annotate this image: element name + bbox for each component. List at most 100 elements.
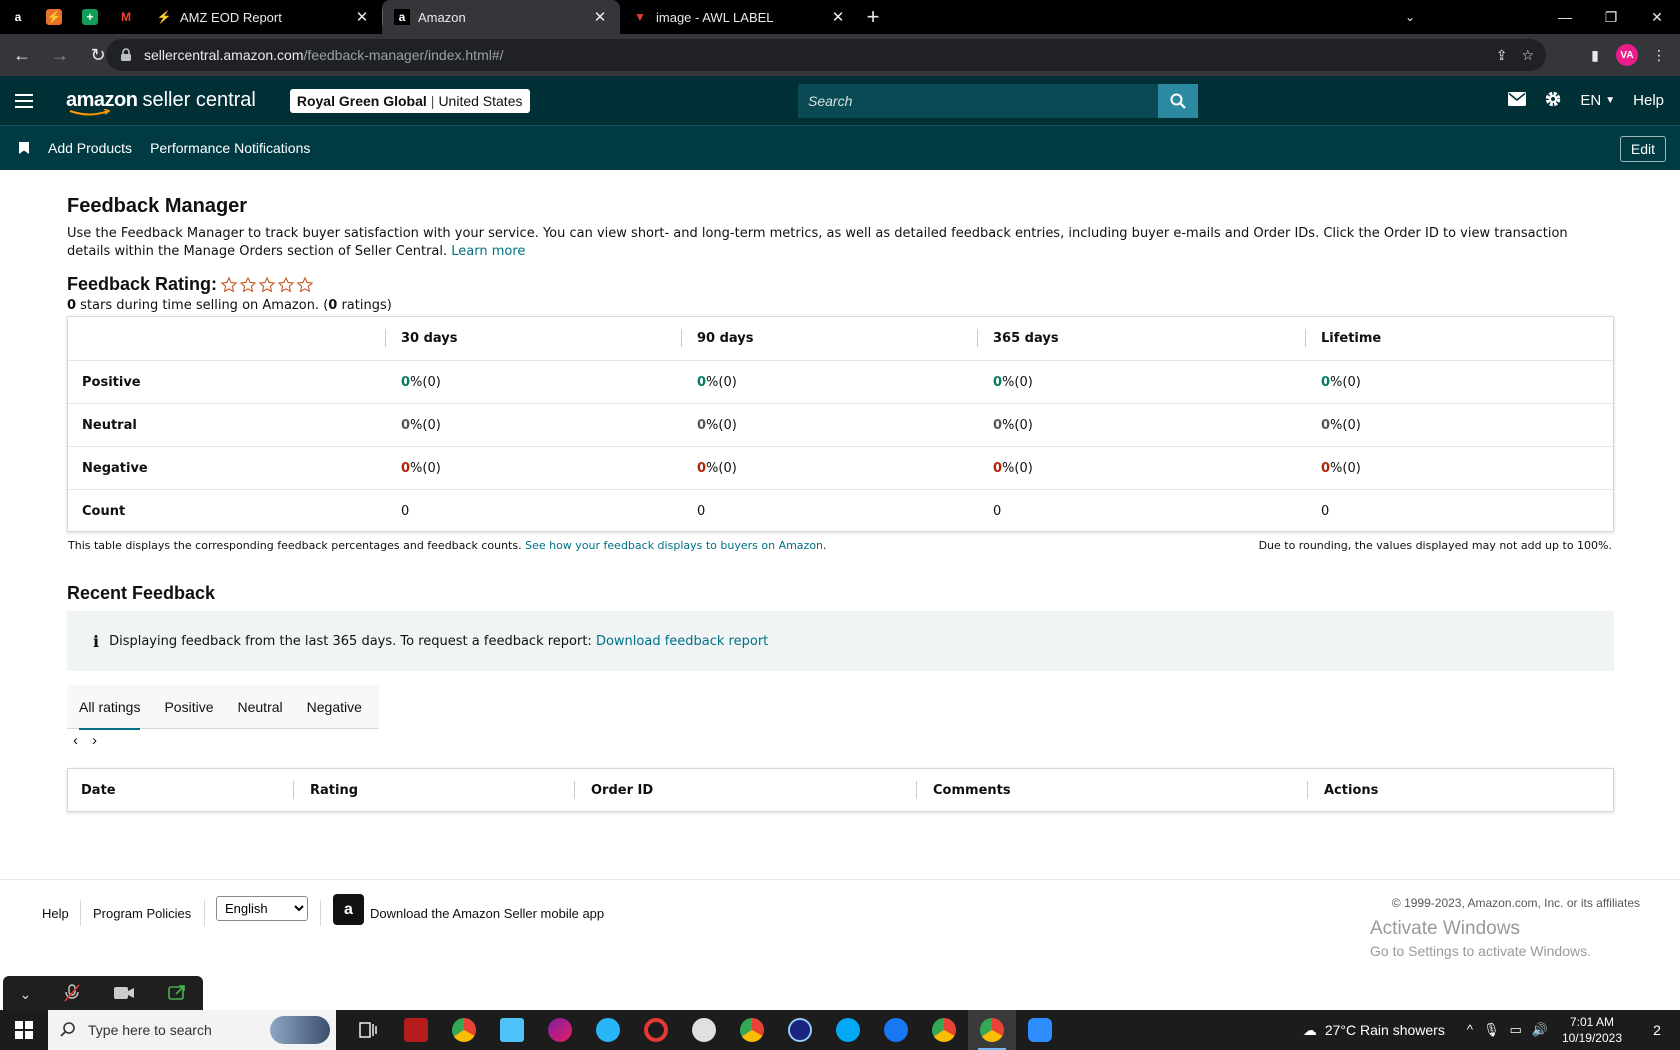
percent-count: %(0) xyxy=(1002,374,1033,390)
amazon-favicon-icon: a xyxy=(394,9,410,25)
new-tab-button[interactable]: + xyxy=(858,0,888,34)
column-header-actions: Actions xyxy=(1324,782,1379,798)
profile-avatar[interactable]: VA xyxy=(1616,44,1638,66)
tab-search-chevron-icon[interactable]: ⌄ xyxy=(1390,0,1430,34)
minimize-icon[interactable]: — xyxy=(1542,0,1588,34)
opera-icon[interactable] xyxy=(632,1010,680,1050)
taskbar-clock[interactable]: 7:01 AM 10/19/2023 xyxy=(1562,1014,1622,1046)
address-bar[interactable]: sellercentral.amazon.com/feedback-manage… xyxy=(106,39,1546,71)
browser-menu-icon[interactable]: ⋮ xyxy=(1648,47,1670,64)
microphone-icon[interactable]: 🎙 xyxy=(1483,1022,1500,1038)
learn-more-link[interactable]: Learn more xyxy=(451,244,525,259)
app-bbrr-icon[interactable] xyxy=(392,1010,440,1050)
skype-icon[interactable] xyxy=(824,1010,872,1050)
download-feedback-report-link[interactable]: Download feedback report xyxy=(596,634,768,649)
chrome-profile-va-icon[interactable] xyxy=(968,1010,1016,1050)
volume-icon[interactable]: 🔊 xyxy=(1532,1022,1548,1038)
amazon-seller-app-icon[interactable]: a xyxy=(333,894,364,925)
chevron-right-icon[interactable]: › xyxy=(92,732,97,749)
tab-amz-eod-report[interactable]: ⚡ AMZ EOD Report ✕ xyxy=(144,0,382,34)
task-view-icon[interactable] xyxy=(344,1010,392,1050)
close-window-icon[interactable]: ✕ xyxy=(1634,0,1680,34)
windows-start-icon[interactable] xyxy=(0,1010,48,1050)
mic-muted-icon[interactable] xyxy=(64,983,80,1005)
pinned-tab-zapier[interactable]: ⚡ xyxy=(36,0,72,34)
notepad-icon[interactable] xyxy=(488,1010,536,1050)
amazon-seller-central-logo[interactable]: amazon seller central xyxy=(66,89,256,116)
network-icon[interactable]: ▭ xyxy=(1509,1022,1521,1038)
search-button[interactable] xyxy=(1158,84,1198,118)
pinned-tab-gmail[interactable]: M xyxy=(108,0,144,34)
column-header-order-id[interactable]: Order ID xyxy=(591,769,653,811)
tab-negative[interactable]: Negative xyxy=(307,685,362,729)
edit-bookmarks-button[interactable]: Edit xyxy=(1619,136,1666,162)
camera-icon[interactable] xyxy=(113,986,135,1003)
percent-value: 0 xyxy=(993,374,1003,390)
percent-count: %(0) xyxy=(706,417,737,433)
paint-icon[interactable] xyxy=(680,1010,728,1050)
footer-language-select[interactable]: English xyxy=(216,896,308,921)
footer-help-link[interactable]: Help xyxy=(42,906,69,921)
close-tab-icon[interactable]: ✕ xyxy=(830,9,846,26)
gear-icon[interactable] xyxy=(1544,90,1562,112)
language-selector[interactable]: EN ▼ xyxy=(1580,92,1615,109)
percent-count: %(0) xyxy=(1330,417,1361,433)
forward-icon[interactable]: → xyxy=(44,39,76,71)
column-header-rating[interactable]: Rating xyxy=(310,769,358,811)
chrome-profile-w-icon[interactable] xyxy=(920,1010,968,1050)
program-policies-link[interactable]: Program Policies xyxy=(93,906,191,921)
tab-image-awl-label[interactable]: ▼ image - AWL LABEL ✕ xyxy=(620,0,858,34)
table-row-neutral: Neutral 0 %(0) 0 %(0) 0 %(0) 0 %(0) xyxy=(68,403,1613,446)
column-header-date[interactable]: Date xyxy=(81,769,116,811)
chevron-left-icon[interactable]: ‹ xyxy=(73,732,78,749)
url-host: sellercentral.amazon.com xyxy=(144,47,304,63)
tray-chevron-up-icon[interactable]: ^ xyxy=(1467,1022,1473,1038)
share-icon[interactable]: ⇪ xyxy=(1496,47,1508,64)
telegram-icon[interactable] xyxy=(584,1010,632,1050)
notifications-icon[interactable]: 2 xyxy=(1642,1022,1672,1038)
feedback-display-link[interactable]: See how your feedback displays to buyers… xyxy=(525,539,823,552)
close-tab-icon[interactable]: ✕ xyxy=(354,9,370,26)
tab-all-ratings[interactable]: All ratings xyxy=(79,685,141,730)
collapse-chevron-icon[interactable]: ⌄ xyxy=(20,986,32,1003)
pinned-tab-amazon[interactable]: a xyxy=(0,0,36,34)
side-panel-icon[interactable]: ▮ xyxy=(1584,47,1606,64)
notification-count: 2 xyxy=(1653,1022,1661,1038)
tab-neutral[interactable]: Neutral xyxy=(238,685,283,729)
tab-amazon[interactable]: a Amazon ✕ xyxy=(382,0,620,34)
share-screen-icon[interactable] xyxy=(168,984,186,1004)
chrome-profile-1-icon[interactable] xyxy=(440,1010,488,1050)
bookmark-performance-notifications[interactable]: Performance Notifications xyxy=(150,140,310,156)
messenger-icon[interactable] xyxy=(536,1010,584,1050)
column-header-lifetime: Lifetime xyxy=(1321,330,1382,346)
tab-positive[interactable]: Positive xyxy=(164,685,213,729)
close-tab-icon[interactable]: ✕ xyxy=(592,9,608,26)
search-icon xyxy=(1170,93,1186,109)
bookmark-add-products[interactable]: Add Products xyxy=(48,140,132,156)
back-icon[interactable]: ← xyxy=(6,39,38,71)
taskbar-search[interactable]: Type here to search xyxy=(48,1010,336,1050)
column-header-comments[interactable]: Comments xyxy=(933,769,1011,811)
account-separator: | xyxy=(430,92,435,109)
facebook-icon[interactable] xyxy=(872,1010,920,1050)
zoom-icon[interactable] xyxy=(1016,1010,1064,1050)
mail-icon[interactable] xyxy=(1508,91,1527,110)
bookmark-star-icon[interactable]: ☆ xyxy=(1521,47,1534,64)
positive-lifetime: 0 %(0) xyxy=(1321,361,1361,403)
pagination: ‹ › xyxy=(73,732,97,749)
amazon-favicon-icon: a xyxy=(10,9,26,25)
weather-widget[interactable]: ☁ 27°C Rain showers xyxy=(1303,1022,1445,1039)
table-row-positive: Positive 0 %(0) 0 %(0) 0 %(0) 0 %(0) xyxy=(68,360,1613,403)
hamburger-menu-icon[interactable] xyxy=(0,76,48,125)
seller-central-header: amazon seller central Royal Green Global… xyxy=(0,76,1680,125)
help-link[interactable]: Help xyxy=(1633,92,1664,109)
download-app-link[interactable]: Download the Amazon Seller mobile app xyxy=(370,906,604,921)
bookmark-icon[interactable] xyxy=(0,142,48,154)
search-input[interactable] xyxy=(798,84,1158,118)
pinned-tab-sheets[interactable]: + xyxy=(72,0,108,34)
restore-icon[interactable]: ❐ xyxy=(1588,0,1634,34)
account-switcher[interactable]: Royal Green Global | United States xyxy=(289,88,530,113)
count-30-days: 0 xyxy=(401,503,410,519)
clock-app-icon[interactable] xyxy=(776,1010,824,1050)
chrome-icon[interactable] xyxy=(728,1010,776,1050)
